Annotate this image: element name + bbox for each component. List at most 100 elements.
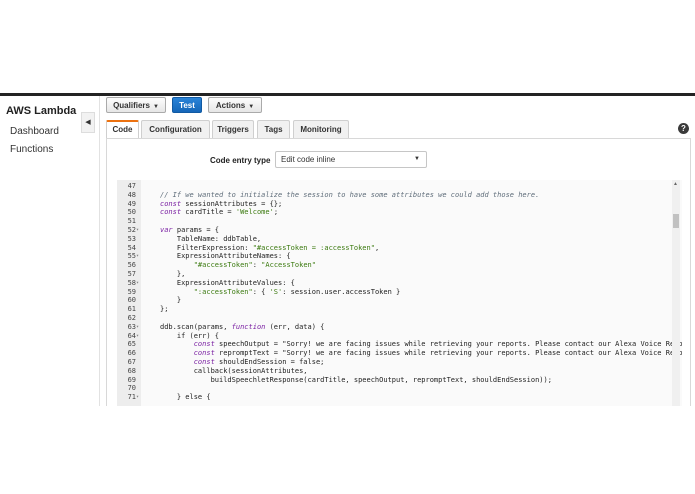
line-number: 57 bbox=[127, 270, 136, 278]
line-number: 71 bbox=[127, 393, 136, 402]
code-line[interactable]: 60 } bbox=[117, 296, 677, 305]
code-text: buildSpeechletResponse(cardTitle, speech… bbox=[160, 375, 552, 384]
caret-down-icon: ▼ bbox=[152, 104, 159, 110]
caret-down-icon: ▼ bbox=[414, 156, 420, 162]
tab-tags[interactable]: Tags bbox=[257, 120, 290, 138]
line-number: 60 bbox=[127, 296, 136, 305]
actions-button[interactable]: Actions ▼ bbox=[208, 97, 262, 113]
line-number: 63 bbox=[127, 322, 136, 331]
code-text: "#accessToken": "AccessToken" bbox=[193, 261, 316, 270]
line-number: 50 bbox=[127, 208, 136, 217]
line-number: 66 bbox=[127, 349, 136, 358]
line-number: 70 bbox=[127, 384, 136, 393]
sidebar: AWS Lambda Dashboard Functions bbox=[0, 96, 80, 406]
code-text: FilterExpression: "#accessToken = :acces… bbox=[160, 243, 380, 252]
code-text: const shouldEndSession = false; bbox=[193, 358, 325, 366]
code-line[interactable]: 47 bbox=[117, 182, 677, 191]
code-line[interactable]: 69 buildSpeechletResponse(cardTitle, spe… bbox=[117, 376, 677, 385]
code-line[interactable]: 71 ▾ } else { bbox=[117, 393, 677, 402]
collapse-sidebar-button[interactable]: ◀ bbox=[81, 112, 95, 133]
code-text: if (err) { bbox=[160, 331, 220, 340]
code-line[interactable]: 65 const speechOutput = "Sorry! we are f… bbox=[117, 340, 682, 349]
code-text: ddb.scan(params, function (err, data) { bbox=[160, 322, 325, 331]
code-line[interactable]: 53 TableName: ddbTable, bbox=[117, 235, 677, 244]
code-line[interactable]: 59 ":accessToken": { 'S': session.user.a… bbox=[117, 288, 677, 297]
code-line[interactable]: 54 FilterExpression: "#accessToken = :ac… bbox=[117, 244, 677, 253]
code-line[interactable]: 49 const sessionAttributes = {}; bbox=[117, 200, 677, 209]
code-entry-type-select[interactable]: Edit code inline ▼ bbox=[275, 151, 427, 168]
line-number: 47 bbox=[127, 182, 136, 190]
code-text: TableName: ddbTable, bbox=[160, 234, 262, 243]
line-number: 52 bbox=[127, 226, 136, 234]
code-text: } else { bbox=[160, 393, 211, 402]
chevron-left-icon: ◀ bbox=[85, 119, 91, 126]
top-bar bbox=[0, 93, 695, 96]
code-line[interactable]: 57 }, bbox=[117, 270, 677, 279]
code-line[interactable]: 48 // If we wanted to initialize the sess… bbox=[117, 191, 677, 200]
test-label: Test bbox=[179, 101, 195, 110]
line-number: 53 bbox=[127, 234, 136, 243]
line-number: 65 bbox=[127, 340, 136, 349]
help-icon[interactable]: ? bbox=[678, 123, 689, 134]
line-number: 68 bbox=[127, 366, 136, 375]
code-text: callback(sessionAttributes, bbox=[160, 366, 308, 375]
code-text: // If we wanted to initialize the sessio… bbox=[160, 190, 540, 199]
code-line[interactable]: 62 bbox=[117, 314, 677, 323]
actions-label: Actions bbox=[215, 101, 246, 110]
code-text: }; bbox=[160, 305, 169, 314]
code-editor[interactable]: 47 48 // If we wanted to initialize the se… bbox=[117, 180, 682, 406]
fold-arrow-icon[interactable]: ▾ bbox=[136, 323, 139, 332]
code-line[interactable]: 52 ▾ var params = { bbox=[117, 226, 677, 235]
code-line[interactable]: 50 const cardTitle = 'Welcome'; bbox=[117, 208, 677, 217]
fold-arrow-icon[interactable]: ▾ bbox=[136, 226, 139, 235]
test-button[interactable]: Test bbox=[172, 97, 202, 113]
code-entry-type-value: Edit code inline bbox=[281, 155, 336, 164]
code-line[interactable]: 51 bbox=[117, 217, 677, 226]
code-text: } bbox=[160, 296, 182, 305]
scroll-up-icon[interactable]: ▲ bbox=[673, 181, 678, 187]
line-number: 56 bbox=[127, 261, 136, 270]
sidebar-item-functions[interactable]: Functions bbox=[10, 144, 53, 155]
editor-scrollbar-thumb[interactable] bbox=[673, 214, 679, 228]
tab-configuration[interactable]: Configuration bbox=[141, 120, 210, 138]
fold-arrow-icon[interactable]: ▾ bbox=[136, 332, 139, 341]
line-number: 64 bbox=[127, 331, 136, 340]
fold-arrow-icon[interactable]: ▾ bbox=[136, 393, 139, 402]
code-line[interactable]: 61}; bbox=[117, 305, 677, 314]
qualifiers-label: Qualifiers bbox=[113, 101, 150, 110]
code-line[interactable]: 56 "#accessToken": "AccessToken" bbox=[117, 261, 677, 270]
line-number: 61 bbox=[127, 305, 136, 314]
code-line[interactable]: 70 bbox=[117, 384, 677, 393]
line-number: 59 bbox=[127, 287, 136, 296]
code-text: const speechOutput = "Sorry! we are faci… bbox=[193, 340, 682, 349]
code-entry-type-label: Code entry type bbox=[210, 156, 271, 165]
line-number: 51 bbox=[127, 217, 136, 226]
code-line[interactable]: 64 ▾ if (err) { bbox=[117, 332, 677, 341]
line-number: 49 bbox=[127, 199, 136, 208]
fold-arrow-icon[interactable]: ▾ bbox=[136, 279, 139, 288]
line-number: 58 bbox=[127, 278, 136, 287]
code-line[interactable]: 63 ▾ ddb.scan(params, function (err, data)… bbox=[117, 323, 677, 332]
line-number: 55 bbox=[127, 252, 136, 261]
code-line[interactable]: 66 const repromptText = "Sorry! we are f… bbox=[117, 349, 682, 358]
sidebar-title: AWS Lambda bbox=[6, 105, 77, 117]
main-divider bbox=[99, 96, 100, 406]
code-line[interactable]: 55 ▾ ExpressionAttributeNames: { bbox=[117, 252, 677, 261]
caret-down-icon: ▼ bbox=[248, 104, 255, 110]
tab-monitoring[interactable]: Monitoring bbox=[293, 120, 349, 138]
code-line[interactable]: 68 callback(sessionAttributes, bbox=[117, 367, 677, 376]
code-text: ExpressionAttributeNames: { bbox=[160, 252, 291, 261]
code-text: }, bbox=[160, 270, 186, 278]
sidebar-item-dashboard[interactable]: Dashboard bbox=[10, 126, 59, 137]
line-number: 67 bbox=[127, 358, 136, 366]
line-number: 69 bbox=[127, 375, 136, 384]
fold-arrow-icon[interactable]: ▾ bbox=[136, 252, 139, 261]
code-text: const cardTitle = 'Welcome'; bbox=[160, 208, 279, 217]
code-line[interactable]: 58 ▾ ExpressionAttributeValues: { bbox=[117, 279, 677, 288]
code-line[interactable]: 67 const shouldEndSession = false; bbox=[117, 358, 677, 367]
line-number: 62 bbox=[127, 314, 136, 322]
tab-triggers[interactable]: Triggers bbox=[212, 120, 254, 138]
qualifiers-button[interactable]: Qualifiers ▼ bbox=[106, 97, 166, 113]
code-text: var params = { bbox=[160, 226, 220, 234]
tab-code[interactable]: Code bbox=[106, 120, 139, 138]
